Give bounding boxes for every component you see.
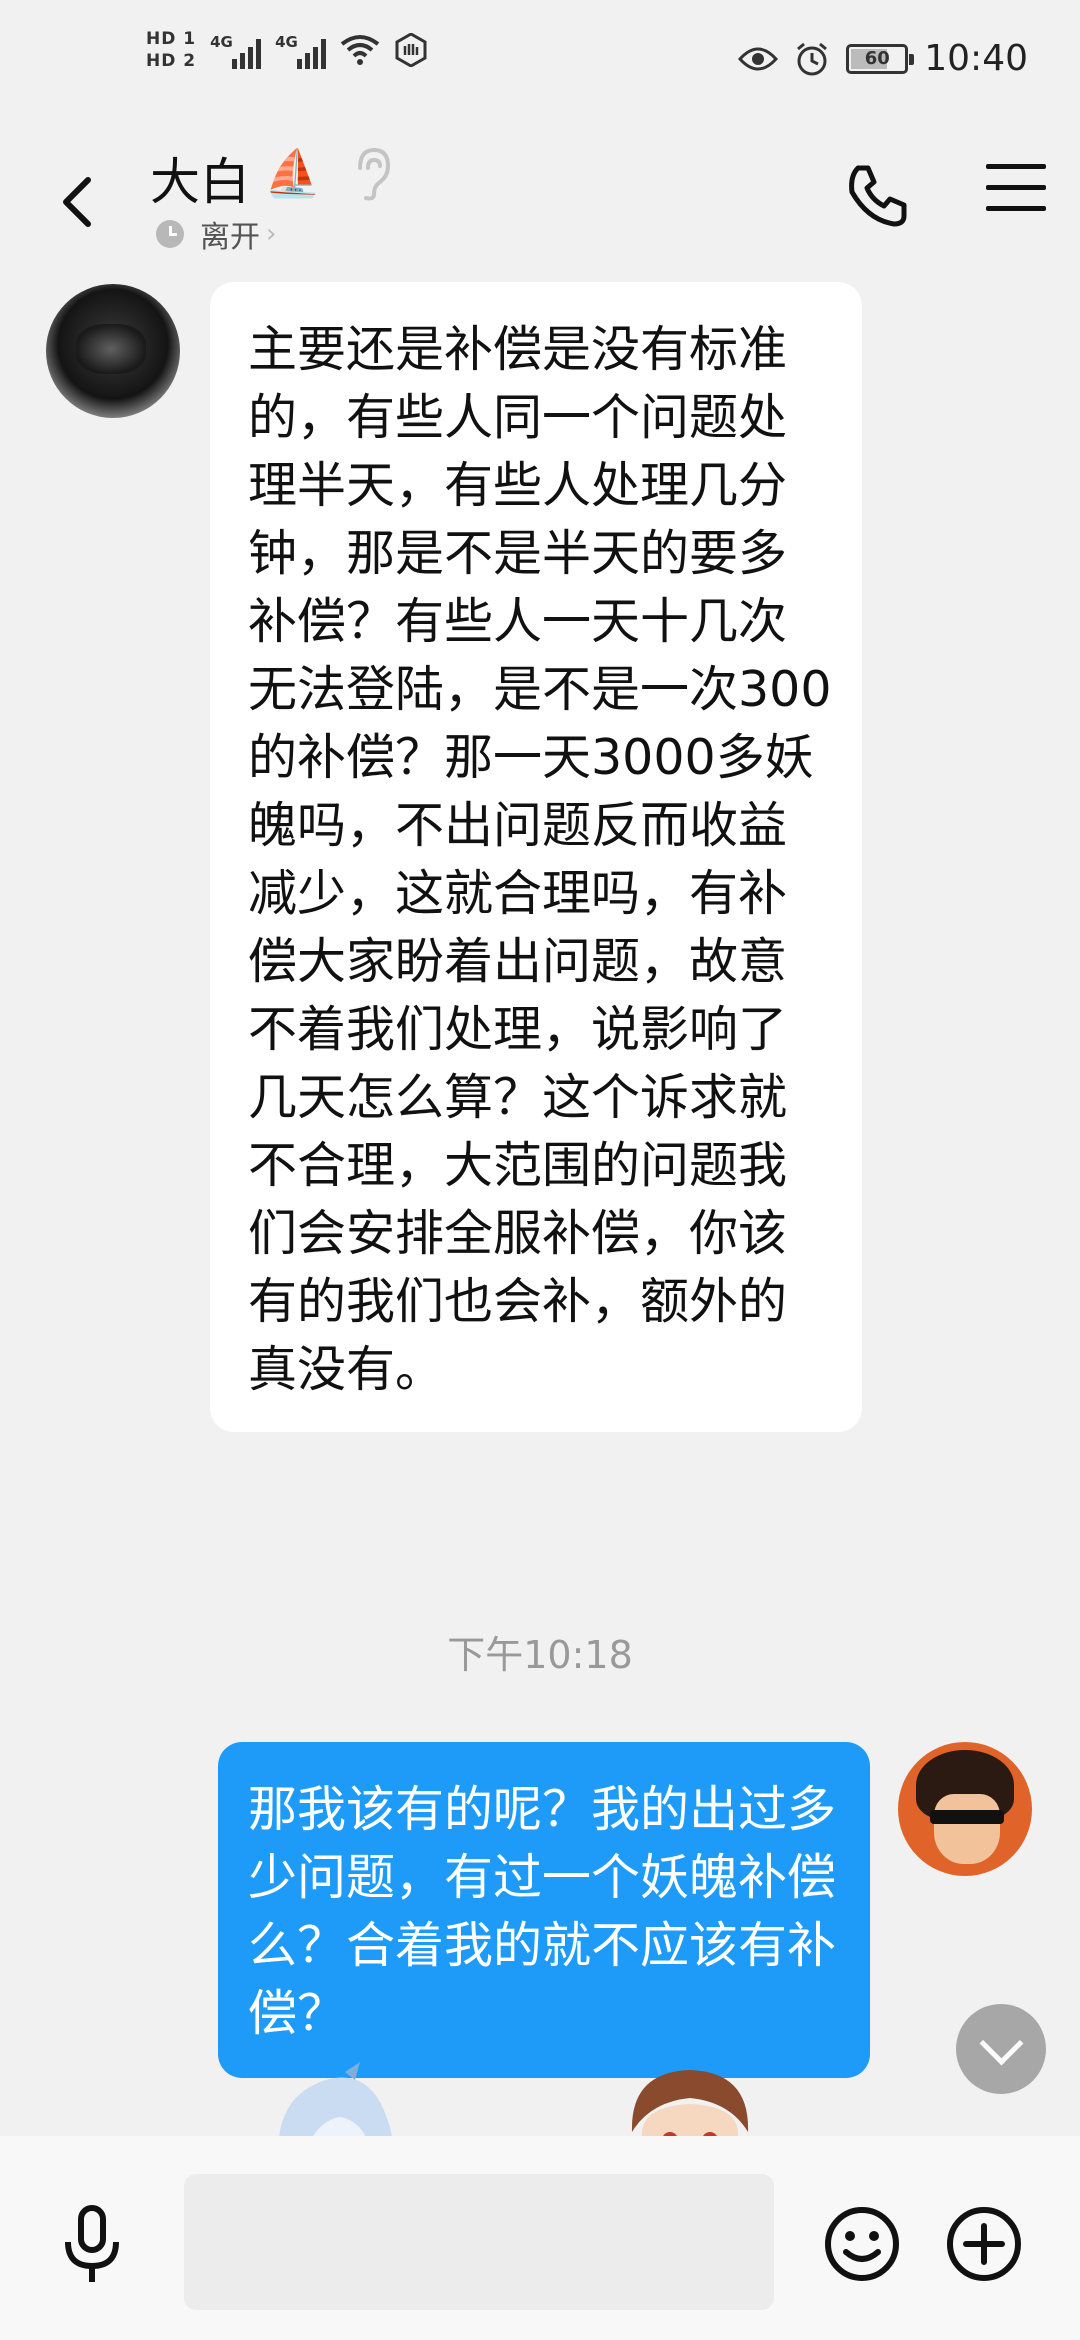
status-text: 离开 — [200, 220, 260, 255]
message-input[interactable] — [184, 2174, 774, 2310]
battery-level: 60 — [864, 47, 890, 69]
more-options-button[interactable] — [944, 2204, 1024, 2284]
phone-call-button[interactable] — [838, 156, 918, 236]
hd-indicators: HD 1 HD 2 — [146, 30, 196, 70]
network-label-1: 4G — [210, 33, 233, 51]
battery-icon: 60 — [846, 43, 915, 74]
online-status: 离开 › — [156, 212, 276, 256]
status-right-group: 60 10:40 — [738, 38, 1028, 79]
phone-icon — [849, 165, 907, 227]
alarm-icon — [797, 42, 828, 75]
status-left-group: HD 1 HD 2 4G 4G — [146, 30, 428, 70]
hd1-label: HD 1 — [146, 29, 197, 49]
contact-avatar[interactable] — [46, 284, 180, 418]
chevron-left-icon — [63, 177, 91, 227]
wifi-icon — [340, 35, 380, 65]
chat-header: 大白 ⛵ 离开 › — [0, 132, 1080, 272]
signal-icon-2: 4G — [275, 31, 327, 69]
status-time: 10:40 — [924, 38, 1028, 79]
status-bar: HD 1 HD 2 4G 4G 60 10:40 — [0, 0, 1080, 132]
outgoing-message-bubble[interactable]: 那我该有的呢？我的出过多少问题，有过一个妖魄补偿么？合着我的就不应该有补偿？ — [218, 1742, 870, 2078]
scroll-to-bottom-button[interactable] — [956, 2004, 1046, 2094]
microphone-icon — [65, 2205, 119, 2282]
input-bar — [0, 2136, 1080, 2340]
contact-name[interactable]: 大白 — [150, 142, 250, 214]
sailboat-icon: ⛵ — [264, 146, 322, 200]
message-timestamp: 下午10:18 — [447, 1633, 633, 1677]
menu-button[interactable] — [986, 164, 1046, 224]
hd2-label: HD 2 — [146, 51, 197, 71]
menu-icon — [986, 164, 1046, 211]
voice-input-button[interactable] — [62, 2204, 122, 2288]
back-button[interactable] — [48, 160, 108, 240]
signal-icon-1: 4G — [210, 31, 262, 69]
hand-icon — [395, 33, 427, 67]
ear-icon[interactable] — [352, 146, 392, 202]
network-label-2: 4G — [275, 33, 298, 51]
chevron-right-icon: › — [266, 219, 277, 249]
eye-icon — [738, 47, 779, 70]
emoji-button[interactable] — [822, 2204, 902, 2284]
clock-icon — [156, 220, 184, 248]
smiley-icon — [825, 2207, 899, 2281]
incoming-message-bubble[interactable]: 主要还是补偿是没有标准的，有些人同一个问题处理半天，有些人处理几分钟，那是不是半… — [210, 282, 862, 1432]
my-avatar[interactable] — [898, 1742, 1032, 1876]
plus-circle-icon — [947, 2207, 1021, 2281]
